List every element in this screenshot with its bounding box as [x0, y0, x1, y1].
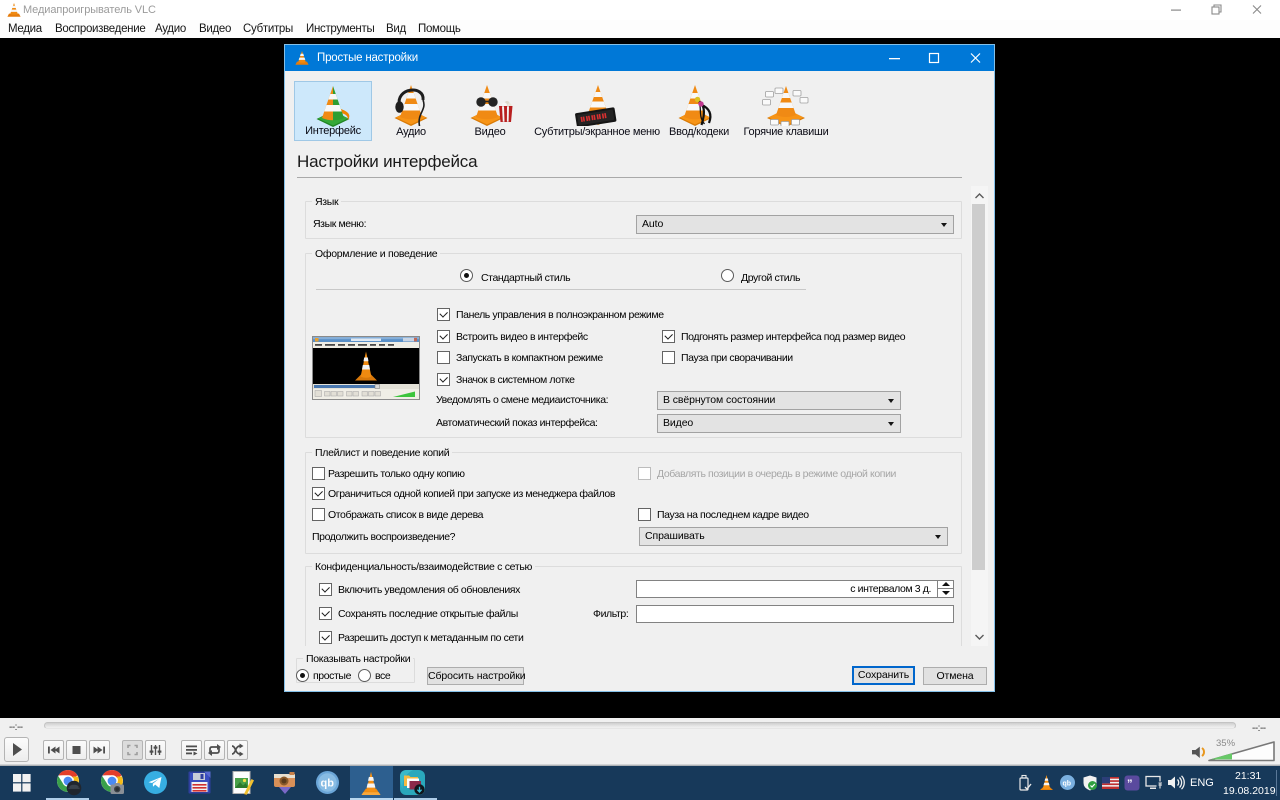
svg-text:qb: qb: [1063, 781, 1072, 788]
svg-text:”: ”: [1127, 778, 1133, 790]
svg-text:35%: 35%: [1216, 738, 1236, 749]
svg-text:qb: qb: [321, 778, 335, 790]
